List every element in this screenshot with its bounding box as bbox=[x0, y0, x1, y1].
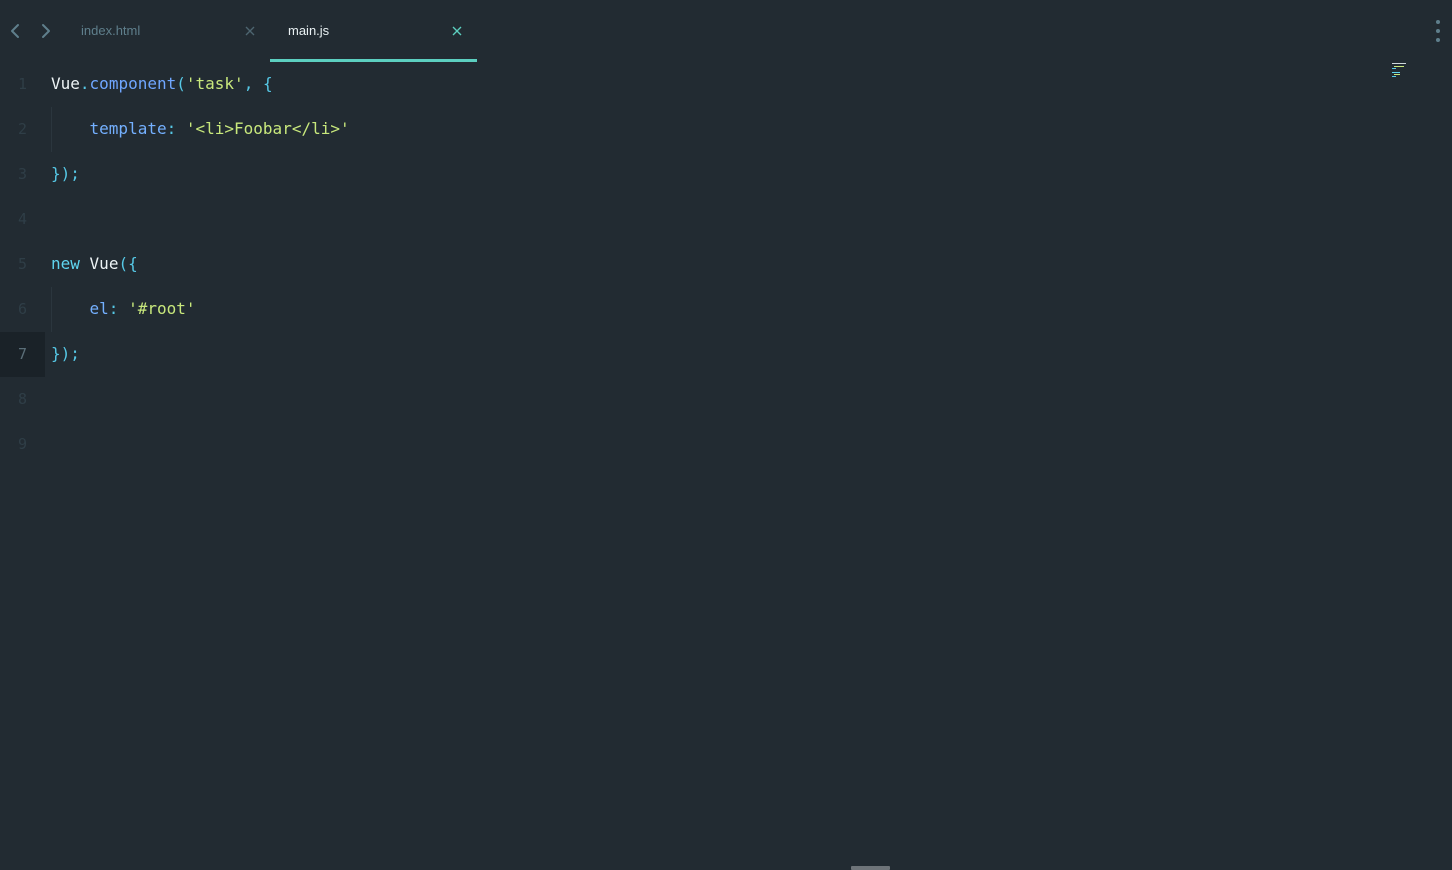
line-number: 1 bbox=[17, 75, 27, 93]
code-text: new Vue({ bbox=[51, 254, 138, 274]
line-number: 8 bbox=[17, 390, 27, 408]
code-token: template bbox=[89, 119, 167, 138]
minimap[interactable] bbox=[1390, 62, 1410, 80]
code-token: ( bbox=[176, 74, 186, 93]
code-token: component bbox=[89, 74, 177, 93]
chevron-left-icon bbox=[11, 24, 19, 38]
editor-window: index.html main.js 1 Vue.component('task… bbox=[0, 0, 1452, 870]
line-gutter[interactable]: 8 bbox=[0, 377, 45, 422]
tab-close-button[interactable] bbox=[243, 24, 257, 38]
tab-index-html[interactable]: index.html bbox=[63, 0, 270, 62]
tab-bar: index.html main.js bbox=[0, 0, 1452, 62]
chevron-right-icon bbox=[42, 24, 50, 38]
close-icon bbox=[452, 26, 462, 36]
code-token: new bbox=[51, 254, 80, 273]
code-text: Vue.component('task', { bbox=[51, 74, 273, 94]
code-text: }); bbox=[51, 164, 80, 184]
code-token: : bbox=[108, 299, 129, 318]
code-line[interactable]: 4 bbox=[0, 197, 1380, 242]
code-token: ({ bbox=[118, 254, 138, 273]
forward-button[interactable] bbox=[35, 20, 57, 42]
line-gutter[interactable]: 5 bbox=[0, 242, 45, 287]
horizontal-scrollbar[interactable] bbox=[851, 866, 890, 870]
code-token: Vue bbox=[51, 74, 80, 93]
tab-close-button[interactable] bbox=[450, 24, 464, 38]
tab-main-js[interactable]: main.js bbox=[270, 0, 477, 62]
code-token: . bbox=[79, 74, 90, 93]
code-line[interactable]: 5 new Vue({ bbox=[0, 242, 1380, 287]
tab-label: main.js bbox=[288, 23, 330, 38]
code-token: '#root' bbox=[128, 299, 196, 318]
line-gutter[interactable]: 4 bbox=[0, 197, 45, 242]
code-editor[interactable]: 1 Vue.component('task', { 2 template: '<li… bbox=[0, 62, 1452, 867]
tab-label: index.html bbox=[81, 23, 141, 38]
line-gutter[interactable]: 9 bbox=[0, 422, 45, 467]
line-gutter[interactable]: 1 bbox=[0, 62, 45, 107]
line-gutter[interactable]: 7 bbox=[0, 332, 45, 377]
line-number: 7 bbox=[17, 345, 27, 363]
code-line[interactable]: 9 bbox=[0, 422, 1380, 467]
line-number: 4 bbox=[17, 210, 27, 228]
code-line[interactable]: 7}); bbox=[0, 332, 1380, 377]
code-token: , { bbox=[243, 74, 273, 93]
code-token: }); bbox=[51, 344, 80, 363]
line-number: 2 bbox=[17, 120, 27, 138]
vertical-ellipsis-icon bbox=[1436, 20, 1440, 24]
code-token: }); bbox=[51, 164, 80, 183]
close-icon bbox=[245, 26, 255, 36]
code-line[interactable]: 6 el: '#root' bbox=[0, 287, 1380, 332]
line-gutter[interactable]: 2 bbox=[0, 107, 45, 152]
code-text: el: '#root' bbox=[51, 299, 196, 319]
code-text: }); bbox=[51, 344, 80, 364]
line-number: 3 bbox=[17, 165, 27, 183]
line-gutter[interactable]: 6 bbox=[0, 287, 45, 332]
line-number: 9 bbox=[17, 435, 27, 453]
back-button[interactable] bbox=[4, 20, 26, 42]
code-token: '<li>Foobar</li>' bbox=[185, 119, 350, 138]
code-line[interactable]: 3}); bbox=[0, 152, 1380, 197]
code-line[interactable]: 8 bbox=[0, 377, 1380, 422]
code-token: el bbox=[89, 299, 109, 318]
line-number: 6 bbox=[17, 300, 27, 318]
code-token: : bbox=[166, 119, 186, 138]
line-gutter[interactable]: 3 bbox=[0, 152, 45, 197]
code-line[interactable]: 1 Vue.component('task', { bbox=[0, 62, 1380, 107]
code-token: Vue bbox=[89, 254, 119, 273]
code-token: 'task' bbox=[185, 74, 244, 93]
more-options-button[interactable] bbox=[1430, 20, 1446, 42]
code-line[interactable]: 2 template: '<li>Foobar</li>' bbox=[0, 107, 1380, 152]
code-text: template: '<li>Foobar</li>' bbox=[51, 119, 350, 139]
line-number: 5 bbox=[17, 255, 27, 273]
